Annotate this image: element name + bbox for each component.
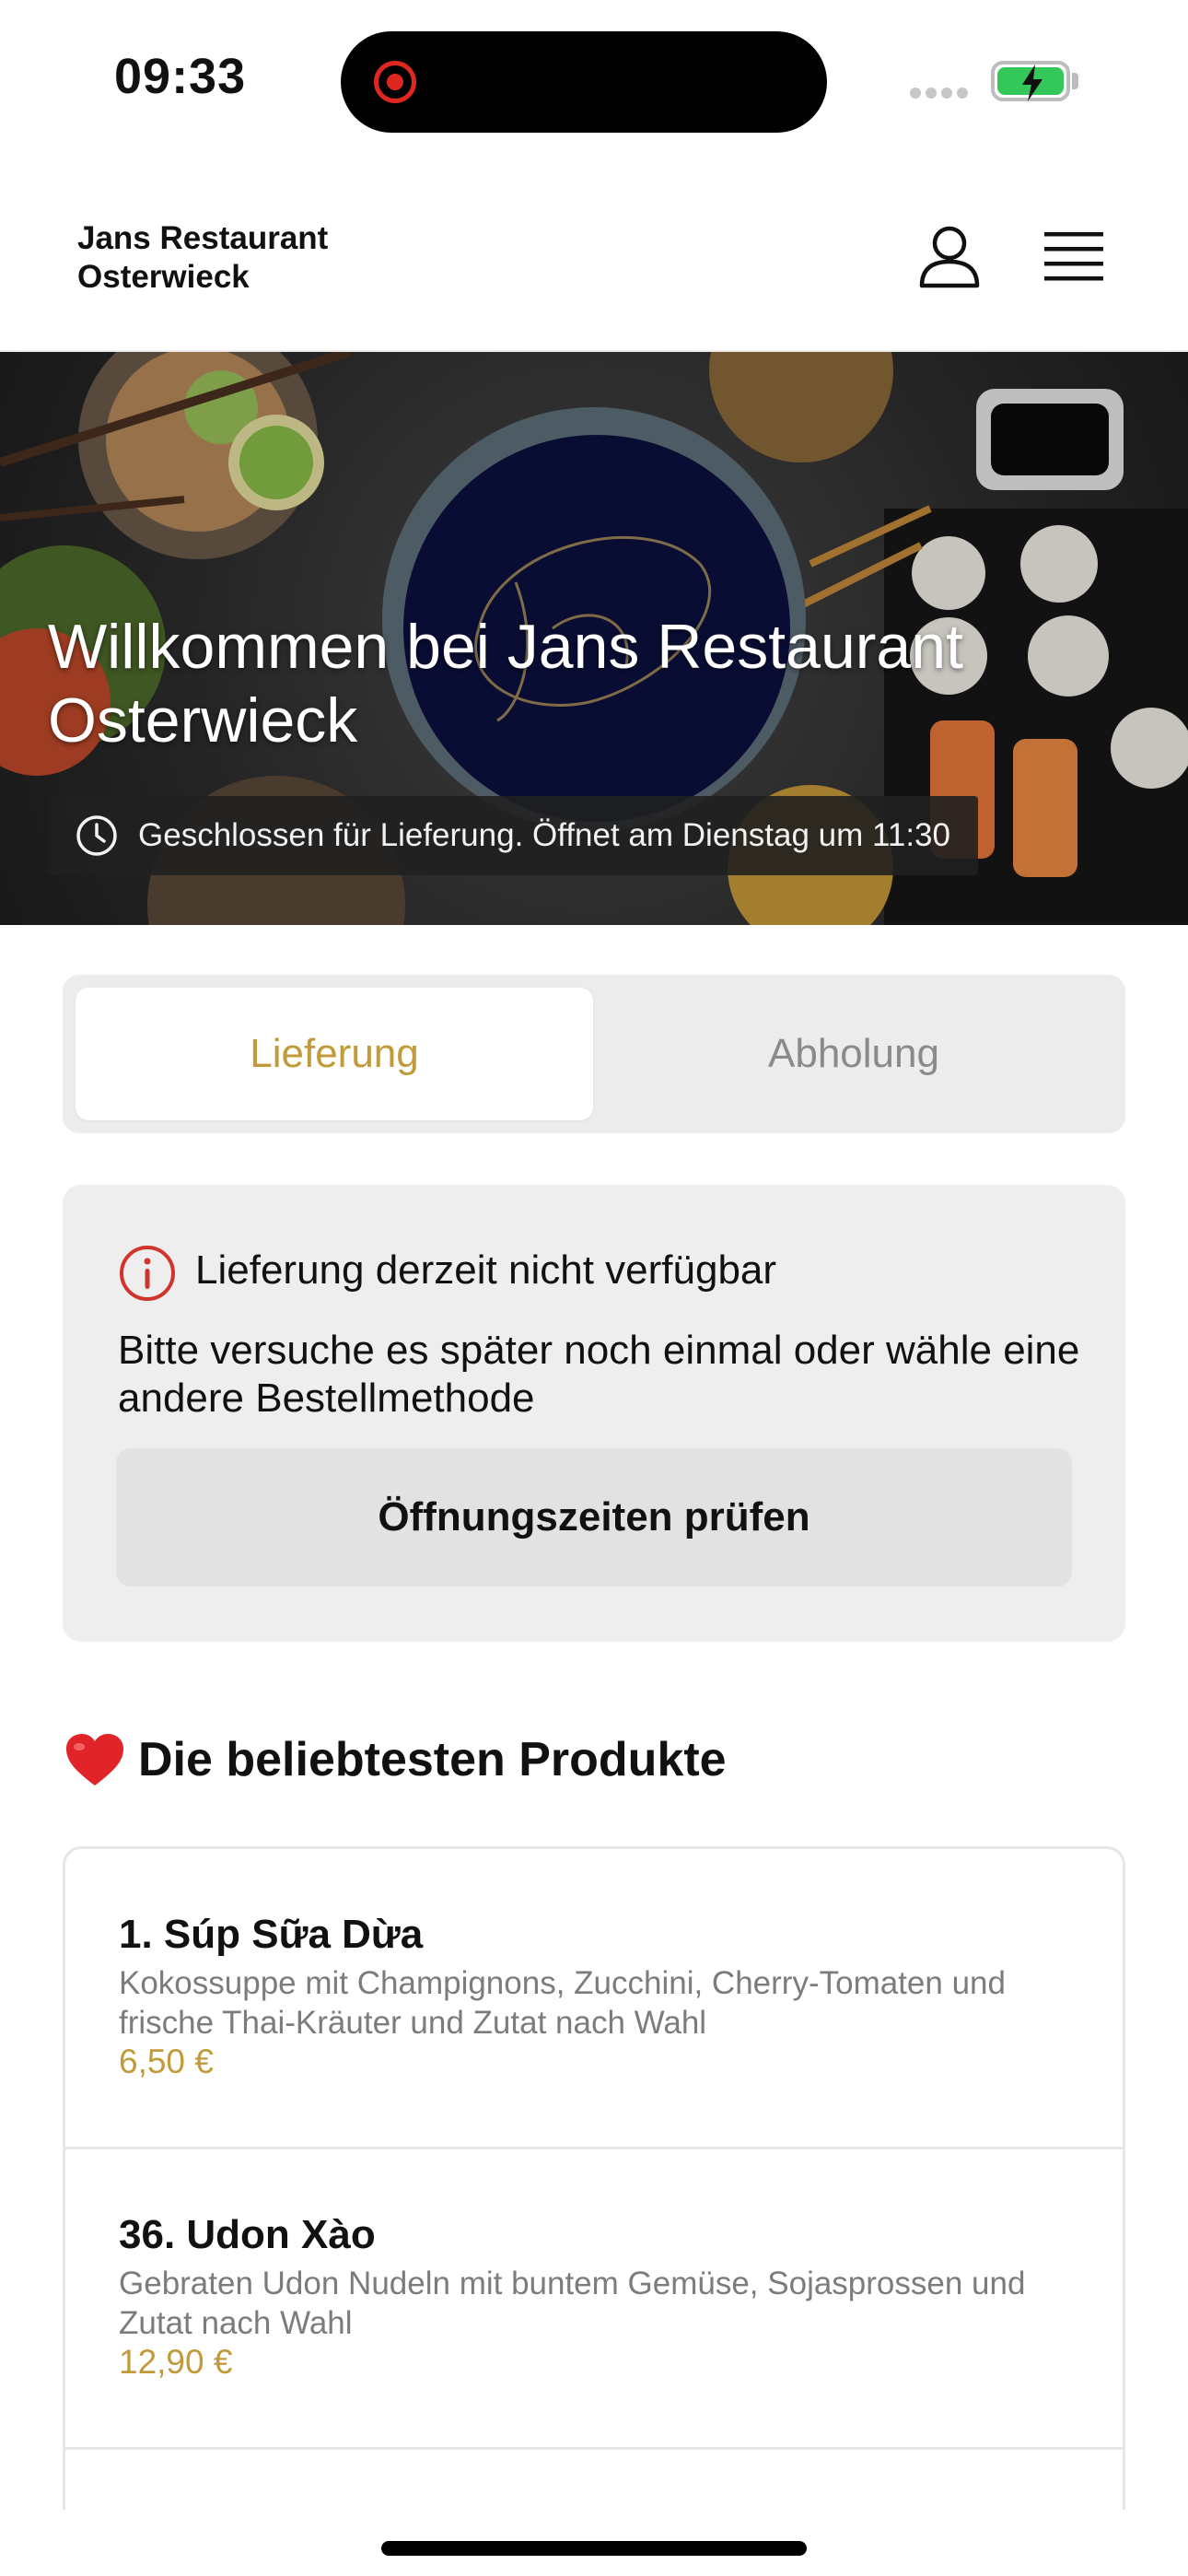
heart-icon <box>66 1734 123 1786</box>
charging-bolt-icon <box>1022 64 1042 101</box>
app-screen: 09:33 Jans Restaurant Osterwieck Willkom… <box>0 0 1188 2576</box>
signal-icon <box>910 87 974 99</box>
notice-title: Lieferung derzeit nicht verfügbar <box>195 1247 777 1293</box>
product-name: 36. Udon Xào <box>119 2212 376 2257</box>
product-card[interactable]: 36. Udon Xào Gebraten Udon Nudeln mit bu… <box>65 2149 1123 2450</box>
status-bar: 09:33 <box>0 0 1188 157</box>
notice-text: Bitte versuche es später noch einmal ode… <box>118 1328 1080 1421</box>
battery-icon <box>991 61 1070 101</box>
menu-icon[interactable] <box>1044 228 1103 284</box>
product-name: 1. Súp Sữa Dừa <box>119 1912 424 1957</box>
opening-status-badge: Geschlossen für Lieferung. Öffnet am Die… <box>48 796 978 875</box>
check-opening-hours-button[interactable]: Öffnungszeiten prüfen <box>116 1448 1072 1587</box>
popular-products-heading: Die beliebtesten Produkte <box>64 1732 727 1787</box>
popular-products-title: Die beliebtesten Produkte <box>138 1733 727 1786</box>
order-method-switch: Lieferung Abholung <box>63 975 1125 1133</box>
product-price: 12,90 € <box>119 2343 233 2381</box>
status-time: 09:33 <box>114 49 247 104</box>
dynamic-island <box>341 31 827 133</box>
product-card[interactable]: 1. Súp Sữa Dừa Kokossuppe mit Champignon… <box>65 1849 1123 2149</box>
tab-delivery[interactable]: Lieferung <box>76 988 593 1120</box>
product-list: 1. Súp Sữa Dừa Kokossuppe mit Champignon… <box>63 1846 1125 2510</box>
restaurant-name[interactable]: Jans Restaurant Osterwieck <box>77 219 328 297</box>
user-icon[interactable] <box>917 225 982 289</box>
tab-pickup[interactable]: Abholung <box>595 988 1112 1120</box>
product-price: 6,50 € <box>119 2043 214 2080</box>
delivery-unavailable-notice: Lieferung derzeit nicht verfügbar Bitte … <box>63 1185 1125 1642</box>
opening-status-text: Geschlossen für Lieferung. Öffnet am Die… <box>138 817 950 853</box>
home-indicator[interactable] <box>381 2541 807 2556</box>
hero-banner: Willkommen bei Jans Restaurant Osterwiec… <box>0 352 1188 925</box>
product-description: Kokossuppe mit Champignons, Zucchini, Ch… <box>119 1965 1006 2041</box>
hero-title: Willkommen bei Jans Restaurant Osterwiec… <box>48 612 963 755</box>
recording-icon <box>374 61 416 103</box>
info-circle-icon <box>120 1246 175 1301</box>
app-header: Jans Restaurant Osterwieck <box>0 157 1188 352</box>
product-description: Gebraten Udon Nudeln mit buntem Gemüse, … <box>119 2266 1026 2341</box>
clock-icon <box>76 815 117 856</box>
